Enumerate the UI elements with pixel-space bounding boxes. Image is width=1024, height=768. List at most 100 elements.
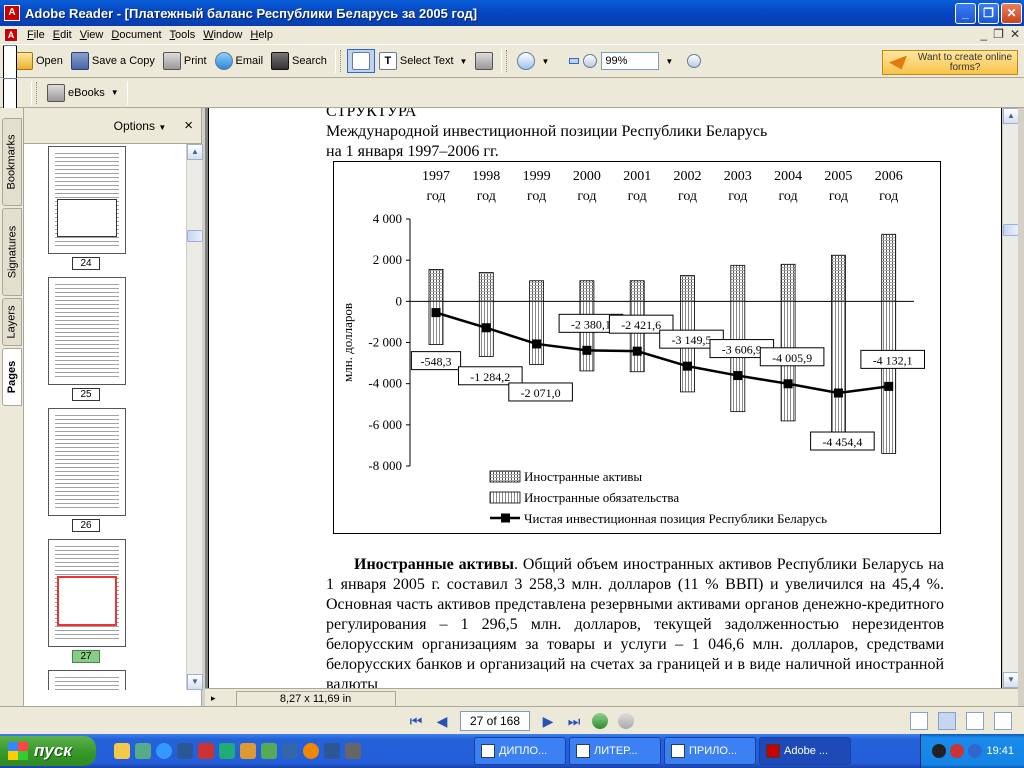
tray-icon[interactable] [968, 744, 983, 758]
page-thumbnail[interactable] [48, 146, 126, 254]
continuous-facing-layout-button[interactable] [994, 712, 1012, 730]
save-copy-button[interactable]: Save a Copy [67, 50, 159, 72]
page-navigation-bar: ⏮ ◀ 27 of 168 ▶ ⏭ [0, 706, 1024, 734]
start-button[interactable]: пуск [0, 736, 96, 766]
previous-view-button[interactable] [592, 713, 608, 729]
category-label: 2003 [724, 169, 752, 184]
page-thumbnail[interactable] [48, 408, 126, 516]
app-icon[interactable] [198, 743, 214, 759]
fit-page-button[interactable] [3, 45, 569, 625]
scroll-up-button[interactable]: ▲ [187, 144, 203, 160]
snapshot-button[interactable] [471, 50, 497, 72]
document-view[interactable]: СТРУКТУРА Международной инвестиционной п… [205, 108, 1018, 688]
first-page-button[interactable]: ⏮ [408, 713, 424, 729]
app-icon[interactable] [135, 743, 151, 759]
open-button[interactable]: Open [11, 50, 67, 72]
scrollbar-thumb[interactable] [187, 230, 203, 242]
next-page-button[interactable]: ▶ [540, 713, 556, 729]
toolbar-separator [31, 80, 32, 105]
zoom-tool-button[interactable]: ▼ [513, 50, 553, 72]
dropdown-arrow-icon[interactable]: ▼ [541, 57, 549, 66]
document-scrollbar[interactable]: ▲ ▼ [1002, 108, 1018, 688]
scroll-down-button[interactable]: ▼ [187, 674, 203, 690]
task-button[interactable]: ЛИТЕР... [569, 737, 661, 765]
print-button[interactable]: Print [159, 50, 211, 72]
menu-window[interactable]: Window [199, 29, 246, 41]
document-icon[interactable]: A [4, 28, 18, 42]
last-page-button[interactable]: ⏭ [566, 713, 582, 729]
previous-page-button[interactable]: ◀ [434, 713, 450, 729]
chart-frame: 1997 год 1998 год 1999 год 2000 год 2001 год 2002 г… [333, 161, 941, 534]
y-tick-label: -8 000 [368, 458, 402, 473]
folder-icon[interactable] [114, 743, 130, 759]
zoom-out-button[interactable] [579, 52, 601, 70]
hand-tool-button[interactable] [346, 49, 375, 73]
menu-file[interactable]: File [23, 29, 49, 41]
zoom-dropdown-icon[interactable]: ▼ [665, 57, 673, 66]
task-button[interactable]: ДИПЛО... [474, 737, 566, 765]
zoom-in-button[interactable] [683, 52, 705, 70]
continuous-layout-button[interactable] [938, 712, 956, 730]
menu-help[interactable]: Help [246, 29, 277, 41]
restore-button[interactable]: ❐ [978, 3, 999, 24]
app-icon[interactable] [240, 743, 256, 759]
email-button[interactable]: Email [211, 50, 268, 72]
task-button-active[interactable]: Adobe ... [759, 737, 851, 765]
doc-close-button[interactable]: ✕ [1010, 27, 1020, 41]
close-button[interactable]: ✕ [1001, 3, 1022, 24]
task-button[interactable]: ПРИЛО... [664, 737, 756, 765]
page-thumbnail[interactable] [48, 670, 126, 690]
y-tick-label: 0 [396, 293, 403, 308]
minimize-button[interactable]: _ [955, 3, 976, 24]
toolbar-grip[interactable] [339, 50, 343, 72]
page-thumbnail[interactable] [48, 277, 126, 385]
thumbnails-scrollbar[interactable]: ▲ ▼ [186, 144, 203, 690]
ebooks-button[interactable]: eBooks ▼ [43, 82, 123, 104]
options-menu[interactable]: Options ▼ [114, 119, 167, 133]
thumbnail-view-region[interactable] [57, 576, 117, 626]
tab-signatures[interactable]: Signatures [2, 208, 22, 296]
tray-icon[interactable] [950, 744, 965, 758]
dropdown-arrow-icon[interactable]: ▼ [460, 57, 468, 66]
close-panel-button[interactable]: × [184, 117, 193, 134]
page-thumbnail-selected[interactable] [48, 539, 126, 647]
actual-size-button[interactable] [3, 45, 561, 625]
category-suffix-label: год [728, 189, 747, 204]
status-bar: ▸ 8,27 x 11,69 in [205, 688, 1018, 708]
search-button[interactable]: Search [267, 50, 331, 72]
dropdown-arrow-icon[interactable]: ▼ [111, 88, 119, 97]
select-text-button[interactable]: T Select Text ▼ [375, 50, 472, 72]
copy-pages-button[interactable] [3, 78, 27, 658]
zoom-input[interactable]: 99% [601, 52, 660, 70]
facing-layout-button[interactable] [966, 712, 984, 730]
app-icon[interactable] [261, 743, 277, 759]
ie-icon[interactable] [156, 743, 172, 759]
menu-tools[interactable]: Tools [166, 29, 200, 41]
menu-view[interactable]: View [76, 29, 108, 41]
excel-icon[interactable] [219, 743, 235, 759]
toolbar-grip[interactable] [506, 50, 509, 72]
word-icon[interactable] [324, 743, 340, 759]
tab-pages[interactable]: Pages [2, 348, 22, 406]
media-icon[interactable] [303, 743, 319, 759]
doc-restore-button[interactable]: ❐ [993, 27, 1004, 41]
scroll-down-button[interactable]: ▼ [1003, 672, 1018, 688]
fit-width-button[interactable] [3, 45, 580, 625]
next-view-button[interactable] [618, 713, 634, 729]
single-page-layout-button[interactable] [910, 712, 928, 730]
word-icon[interactable] [177, 743, 193, 759]
status-grip-icon[interactable]: ▸ [211, 693, 216, 704]
doc-minimize-button[interactable]: _ [980, 27, 987, 41]
scrollbar-thumb[interactable] [1003, 224, 1018, 236]
app-icon[interactable] [282, 743, 298, 759]
scroll-up-button[interactable]: ▲ [1003, 108, 1018, 124]
tab-bookmarks[interactable]: Bookmarks [2, 118, 22, 206]
toolbar-grip[interactable] [36, 81, 39, 104]
tray-icon[interactable] [932, 744, 947, 758]
page-number-input[interactable]: 27 of 168 [460, 711, 530, 731]
app-icon[interactable] [345, 743, 361, 759]
menu-document[interactable]: Document [107, 29, 165, 41]
menu-edit[interactable]: Edit [49, 29, 76, 41]
create-forms-promo[interactable]: Want to create online forms? [882, 50, 1018, 75]
tab-layers[interactable]: Layers [2, 298, 22, 346]
